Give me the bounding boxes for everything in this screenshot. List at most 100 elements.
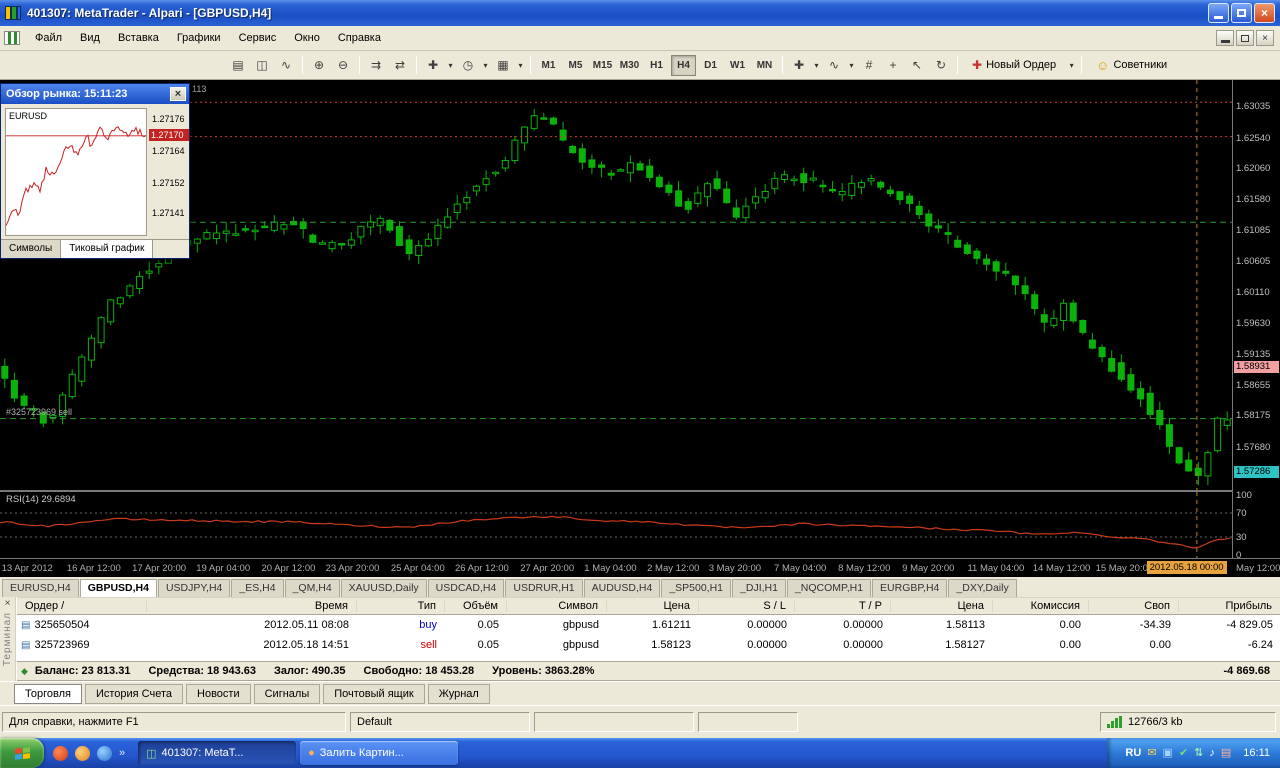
templates-button[interactable]: ▦ xyxy=(492,55,514,76)
zoom-out-icon[interactable]: ⊖ xyxy=(332,55,354,76)
chart-system-icon[interactable] xyxy=(4,31,20,45)
timeframe-h4[interactable]: H4 xyxy=(671,55,696,76)
timeframe-mn[interactable]: MN xyxy=(752,55,777,76)
task-button-1[interactable]: ●Залить Картин... xyxy=(300,741,458,765)
chart-tab--es-h4[interactable]: _ES,H4 xyxy=(231,579,283,597)
chart-tab-eurusd-h4[interactable]: EURUSD,H4 xyxy=(2,579,79,597)
task-button-0[interactable]: ◫401307: MetaT... xyxy=(138,741,296,765)
restore-button[interactable] xyxy=(1231,3,1252,23)
zoom-in-icon[interactable]: ⊕ xyxy=(308,55,330,76)
chart-tab-usdjpy-h4[interactable]: USDJPY,H4 xyxy=(158,579,230,597)
terminal-close-icon[interactable]: × xyxy=(5,598,11,609)
menu-item-2[interactable]: Вставка xyxy=(109,28,168,48)
market-watch-tab-1[interactable]: Тиковый график xyxy=(61,240,153,258)
line-chart-icon[interactable]: ∿ xyxy=(275,55,297,76)
market-watch-close-icon[interactable]: × xyxy=(170,87,186,101)
scanner-icon[interactable]: ▤ xyxy=(1221,748,1231,759)
browser-icon[interactable] xyxy=(53,746,68,761)
periods-button[interactable]: ◷ xyxy=(457,55,479,76)
new-order-dropdown-icon[interactable]: ▾ xyxy=(1066,55,1077,76)
periods-dropdown-icon[interactable]: ▾ xyxy=(480,55,491,76)
chart-tab-usdrur-h1[interactable]: USDRUR,H1 xyxy=(505,579,582,597)
menu-item-5[interactable]: Окно xyxy=(285,28,329,48)
close-button[interactable]: × xyxy=(1254,3,1275,23)
mdi-restore-button[interactable] xyxy=(1236,30,1254,46)
quick-launch-expand-icon[interactable]: » xyxy=(119,747,125,759)
messenger-icon[interactable] xyxy=(97,746,112,761)
timeframe-w1[interactable]: W1 xyxy=(725,55,750,76)
templates-dropdown-icon[interactable]: ▾ xyxy=(515,55,526,76)
price-tick: 1.63035 xyxy=(1236,101,1270,112)
timeframe-m15[interactable]: M15 xyxy=(590,55,615,76)
timeframe-m30[interactable]: M30 xyxy=(617,55,642,76)
menu-item-0[interactable]: Файл xyxy=(26,28,71,48)
mail-icon[interactable]: ✉ xyxy=(1147,748,1156,759)
menu-item-1[interactable]: Вид xyxy=(71,28,109,48)
terminal-tab-5[interactable]: Журнал xyxy=(428,684,490,704)
expert-advisors-button[interactable]: ☺ Советники xyxy=(1087,55,1176,76)
total-profit: -4 869.68 xyxy=(1224,665,1280,677)
new-order-button[interactable]: ✚ Новый Ордер xyxy=(963,55,1065,76)
tick-chart-canvas[interactable] xyxy=(5,108,147,236)
terminal-tab-0[interactable]: Торговля xyxy=(14,684,82,704)
refresh-icon[interactable]: ↻ xyxy=(930,55,952,76)
indicators-button[interactable]: ✚ xyxy=(422,55,444,76)
chart-tab--nqcomp-h1[interactable]: _NQCOMP,H1 xyxy=(787,579,871,597)
taskbar-clock: 16:11 xyxy=(1243,747,1270,759)
market-watch-tab-0[interactable]: Символы xyxy=(1,240,61,258)
market-watch-titlebar[interactable]: Обзор рынка: 15:11:23 × xyxy=(1,84,189,104)
status-help-text: Для справки, нажмите F1 xyxy=(2,712,346,732)
chart-tab-xauusd-daily[interactable]: XAUUSD,Daily xyxy=(341,579,427,597)
chart-tab--dji-h1[interactable]: _DJI,H1 xyxy=(732,579,786,597)
antivirus-icon[interactable]: ✔ xyxy=(1179,748,1188,759)
balance-item: Залог: 490.35 xyxy=(274,665,346,677)
firefox-icon[interactable] xyxy=(75,746,90,761)
add-indicator-dropdown-icon[interactable]: ▾ xyxy=(811,55,822,76)
chart-tab--dxy-daily[interactable]: _DXY,Daily xyxy=(948,579,1016,597)
display-icon[interactable]: ▣ xyxy=(1163,748,1173,759)
menu-item-4[interactable]: Сервис xyxy=(230,28,286,48)
time-label: 13 Apr 2012 xyxy=(2,563,53,574)
chart-shift-icon[interactable]: ⇄ xyxy=(389,55,411,76)
volume-icon[interactable]: ♪ xyxy=(1209,748,1215,759)
timeframe-m1[interactable]: M1 xyxy=(536,55,561,76)
auto-scroll-icon[interactable]: ⇉ xyxy=(365,55,387,76)
mdi-minimize-button[interactable] xyxy=(1216,30,1234,46)
chart-tab-gbpusd-h4[interactable]: GBPUSD,H4 xyxy=(80,579,157,597)
menu-item-6[interactable]: Справка xyxy=(329,28,390,48)
chart-tab-audusd-h4[interactable]: AUDUSD,H4 xyxy=(584,579,661,597)
cursor-icon[interactable]: ↖ xyxy=(906,55,928,76)
chart-tab-usdcad-h4[interactable]: USDCAD,H4 xyxy=(428,579,505,597)
start-button[interactable] xyxy=(0,738,44,768)
add-indicator-icon[interactable]: ✚ xyxy=(788,55,810,76)
candlestick-chart-icon[interactable]: ◫ xyxy=(251,55,273,76)
bar-chart-icon[interactable]: ▤ xyxy=(227,55,249,76)
chart-tab--qm-h4[interactable]: _QM,H4 xyxy=(285,579,340,597)
timeframe-h1[interactable]: H1 xyxy=(644,55,669,76)
terminal-tab-2[interactable]: Новости xyxy=(186,684,251,704)
status-profile[interactable]: Default xyxy=(350,712,530,732)
menu-item-3[interactable]: Графики xyxy=(168,28,230,48)
terminal-tab-3[interactable]: Сигналы xyxy=(254,684,321,704)
column-header: Цена xyxy=(891,600,993,612)
grid-icon[interactable]: # xyxy=(858,55,880,76)
crosshair-icon[interactable]: + xyxy=(882,55,904,76)
timeframe-d1[interactable]: D1 xyxy=(698,55,723,76)
chart-tab--sp500-h1[interactable]: _SP500,H1 xyxy=(661,579,731,597)
network-icon[interactable]: ⇅ xyxy=(1194,748,1203,759)
time-label: 8 May 12:00 xyxy=(838,563,890,574)
order-row[interactable]: ▤3257239692012.05.18 14:51sell0.05gbpusd… xyxy=(17,635,1280,655)
objects-dropdown-icon[interactable]: ▾ xyxy=(846,55,857,76)
order-row[interactable]: ▤3256505042012.05.11 08:08buy0.05gbpusd1… xyxy=(17,615,1280,635)
indicators-dropdown-icon[interactable]: ▾ xyxy=(445,55,456,76)
objects-line-icon[interactable]: ∿ xyxy=(823,55,845,76)
mdi-close-button[interactable]: × xyxy=(1256,30,1274,46)
terminal-tab-1[interactable]: История Счета xyxy=(85,684,183,704)
language-indicator[interactable]: RU xyxy=(1125,747,1141,759)
rsi-canvas[interactable] xyxy=(0,492,1232,558)
chart-tab-eurgbp-h4[interactable]: EURGBP,H4 xyxy=(872,579,947,597)
minimize-button[interactable] xyxy=(1208,3,1229,23)
terminal-tab-4[interactable]: Почтовый ящик xyxy=(323,684,424,704)
timeframe-m5[interactable]: M5 xyxy=(563,55,588,76)
chart-area: RSI(14) 29.6894 113 #325723969 sell 1.58… xyxy=(0,80,1280,577)
